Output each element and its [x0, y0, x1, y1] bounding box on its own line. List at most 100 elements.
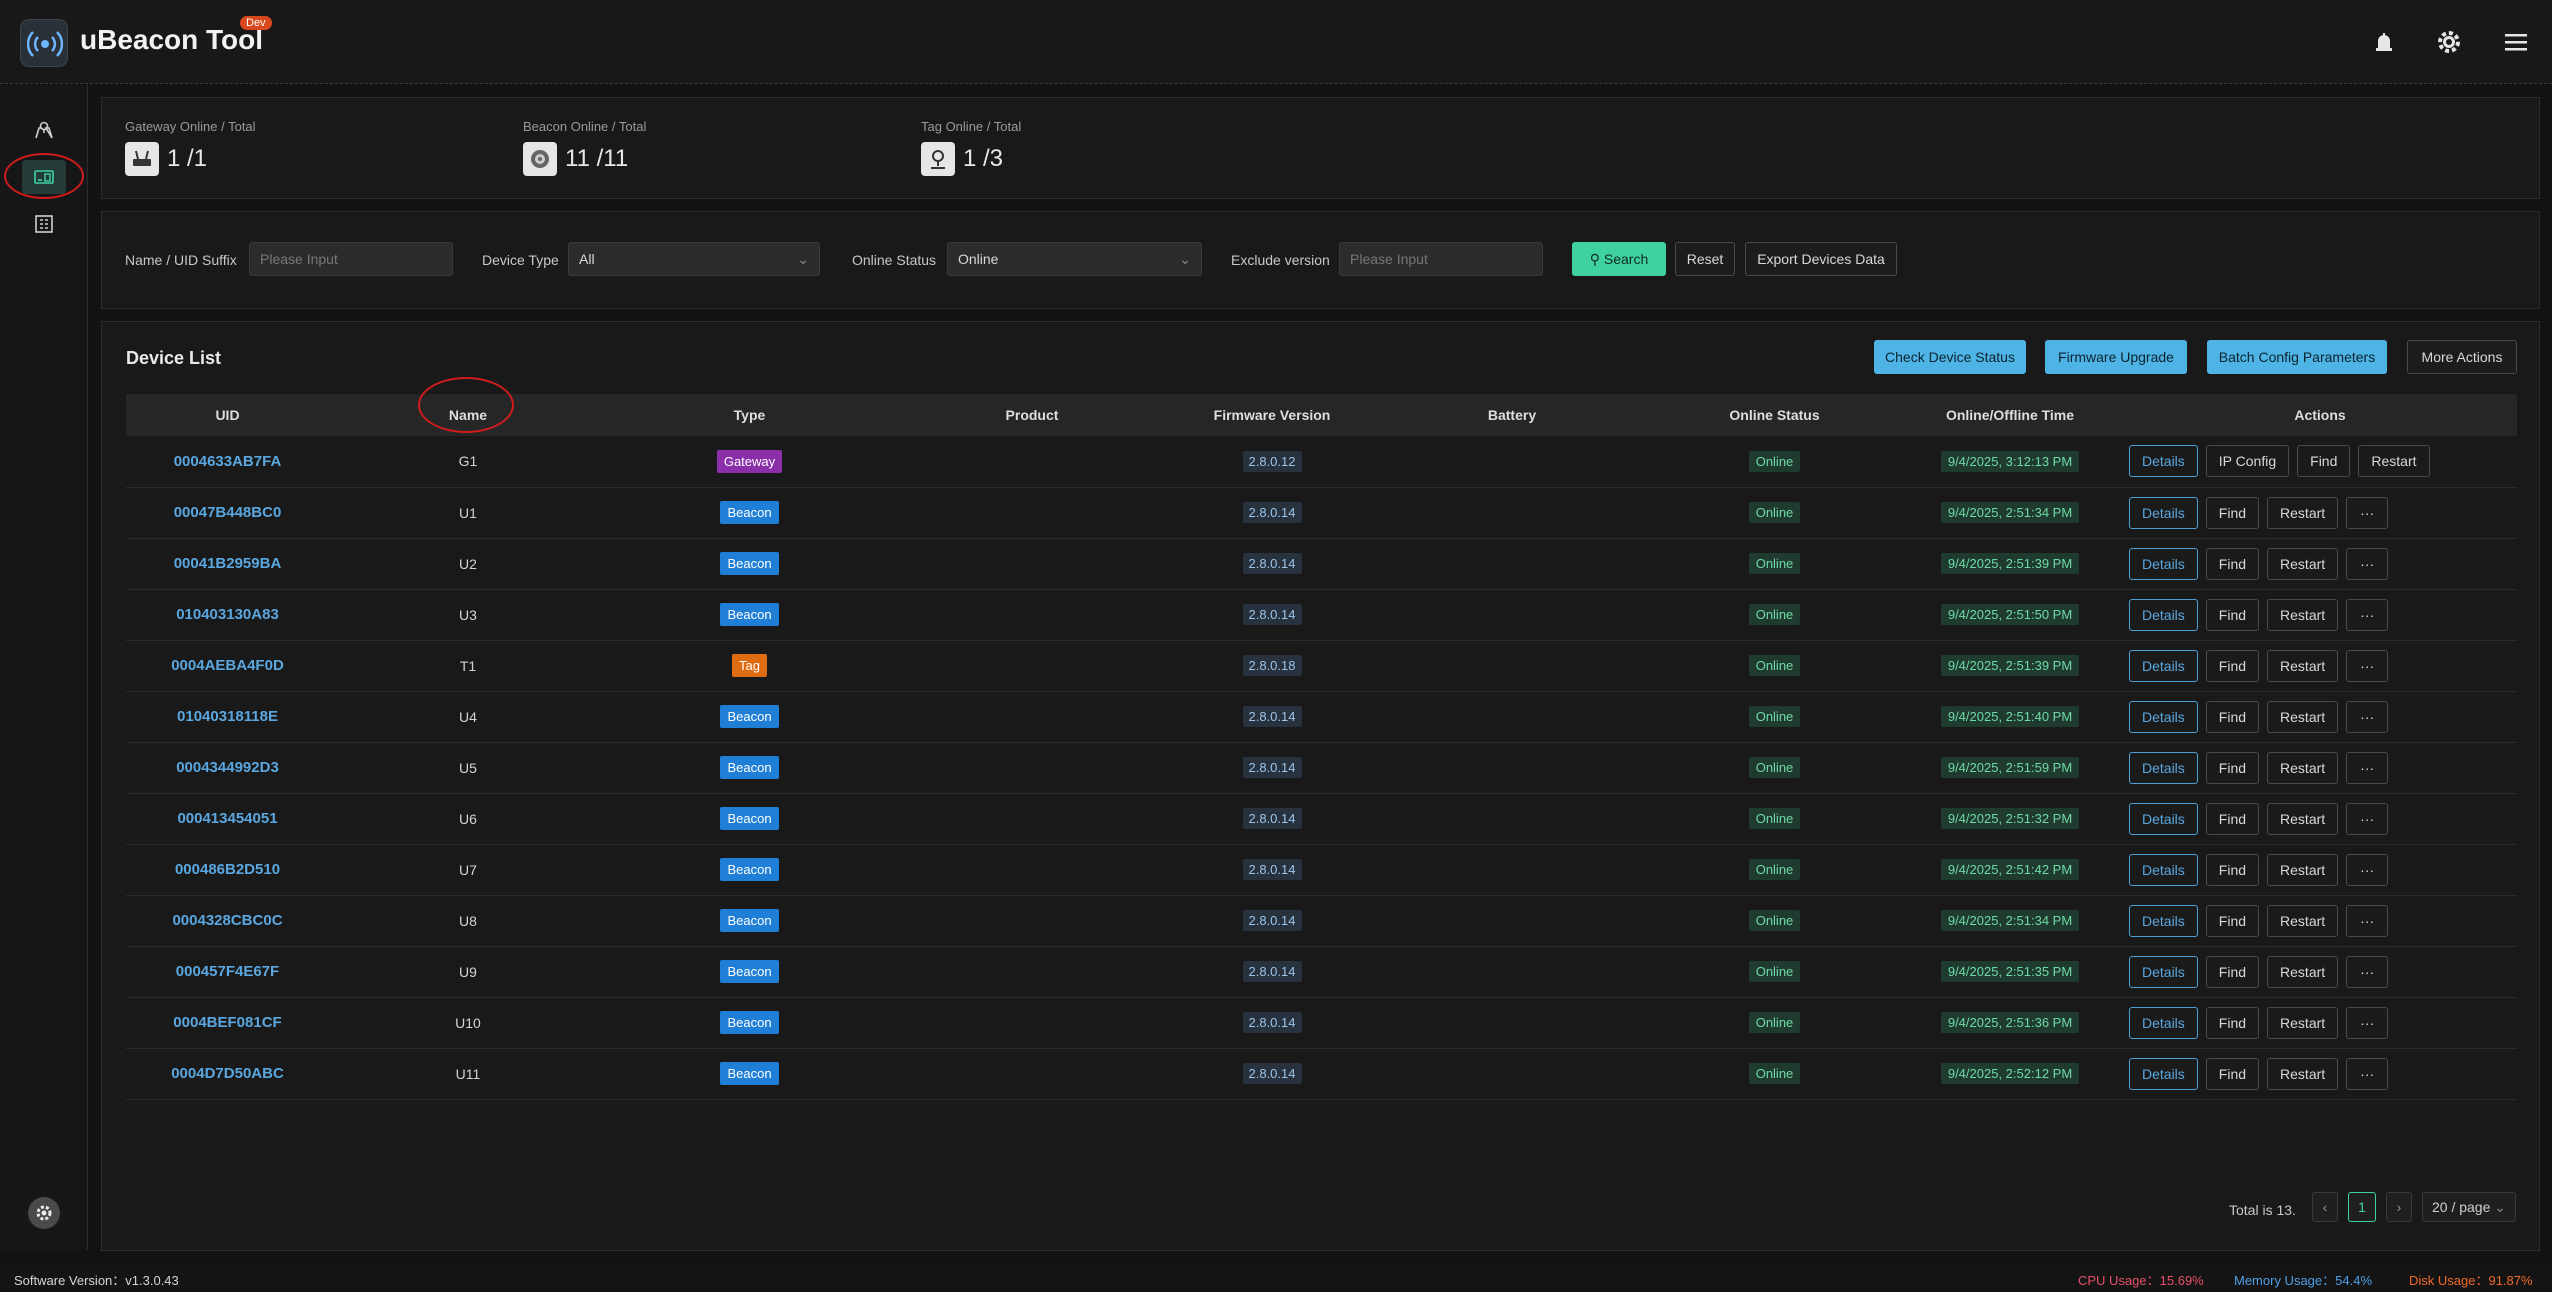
uid-link[interactable]: 01040318118E	[177, 708, 278, 725]
more-icon[interactable]: ···	[2346, 955, 2389, 988]
menu-icon[interactable]	[2502, 28, 2530, 56]
export-devices-button[interactable]: Export Devices Data	[1745, 242, 1897, 276]
col-product[interactable]: Product	[892, 394, 1172, 436]
uid-link[interactable]: 000413454051	[177, 810, 277, 827]
prev-page-button[interactable]: ‹	[2312, 1192, 2338, 1222]
more-icon[interactable]: ···	[2346, 802, 2389, 835]
details-button[interactable]: Details	[2129, 649, 2198, 682]
find-button[interactable]: Find	[2297, 445, 2351, 478]
find-button[interactable]: Find	[2205, 904, 2260, 937]
page-size-select[interactable]: 20 / page ⌄	[2422, 1192, 2516, 1222]
uid-link[interactable]: 000486B2D510	[175, 861, 280, 878]
find-button[interactable]: Find	[2205, 853, 2260, 886]
find-button[interactable]: Find	[2205, 598, 2260, 631]
find-button[interactable]: Find	[2205, 802, 2260, 835]
device-name: U3	[329, 589, 607, 641]
restart-button[interactable]: Restart	[2267, 751, 2339, 784]
restart-button[interactable]: Restart	[2267, 802, 2339, 835]
restart-button[interactable]: Restart	[2267, 853, 2339, 886]
details-button[interactable]: Details	[2129, 955, 2198, 988]
alarm-bell-icon[interactable]	[2370, 28, 2398, 56]
restart-button[interactable]: Restart	[2267, 1057, 2339, 1090]
name-uid-input[interactable]: Please Input	[249, 242, 453, 276]
restart-button[interactable]: Restart	[2358, 445, 2430, 478]
search-button[interactable]: ⚲ Search	[1572, 242, 1666, 276]
details-button[interactable]: Details	[2129, 1006, 2198, 1039]
uid-link[interactable]: 00047B448BC0	[174, 504, 282, 521]
details-button[interactable]: Details	[2129, 802, 2198, 835]
more-actions-button[interactable]: More Actions	[2407, 340, 2517, 374]
find-button[interactable]: Find	[2205, 955, 2260, 988]
col-online-status[interactable]: Online Status	[1652, 394, 1897, 436]
building-icon[interactable]	[22, 207, 66, 241]
find-button[interactable]: Find	[2205, 649, 2260, 682]
details-button[interactable]: Details	[2129, 700, 2198, 733]
product-cell	[892, 487, 1172, 539]
find-button[interactable]: Find	[2205, 1057, 2260, 1090]
restart-button[interactable]: Restart	[2267, 1006, 2339, 1039]
more-icon[interactable]: ···	[2346, 904, 2389, 937]
restart-button[interactable]: Restart	[2267, 496, 2339, 529]
restart-button[interactable]: Restart	[2267, 547, 2339, 580]
find-button[interactable]: Find	[2205, 751, 2260, 784]
details-button[interactable]: Details	[2129, 598, 2198, 631]
col-battery[interactable]: Battery	[1372, 394, 1652, 436]
next-page-button[interactable]: ›	[2386, 1192, 2412, 1222]
uid-link[interactable]: 0004D7D50ABC	[171, 1065, 284, 1082]
restart-button[interactable]: Restart	[2267, 904, 2339, 937]
exclude-version-input[interactable]: Please Input	[1339, 242, 1543, 276]
more-icon[interactable]: ···	[2346, 496, 2389, 529]
uid-link[interactable]: 010403130A83	[176, 606, 279, 623]
col-uid[interactable]: UID	[126, 394, 329, 436]
details-button[interactable]: Details	[2129, 547, 2198, 580]
settings-icon[interactable]	[28, 1197, 60, 1229]
uid-link[interactable]: 0004AEBA4F0D	[171, 657, 284, 674]
page-1-button[interactable]: 1	[2348, 1192, 2376, 1222]
find-button[interactable]: Find	[2205, 547, 2260, 580]
uid-link[interactable]: 000457F4E67F	[176, 963, 279, 980]
details-button[interactable]: Details	[2129, 904, 2198, 937]
more-icon[interactable]: ···	[2346, 751, 2389, 784]
uid-link[interactable]: 0004344992D3	[176, 759, 279, 776]
col-type[interactable]: Type	[607, 394, 892, 436]
online-status-select[interactable]: Online ⌄	[947, 242, 1202, 276]
actions-cell: Details Find Restart ···	[2123, 538, 2517, 590]
batch-config-button[interactable]: Batch Config Parameters	[2207, 340, 2387, 374]
more-icon[interactable]: ···	[2346, 649, 2389, 682]
more-icon[interactable]: ···	[2346, 1057, 2389, 1090]
uid-link[interactable]: 0004328CBC0C	[172, 912, 282, 929]
more-icon[interactable]: ···	[2346, 1006, 2389, 1039]
uid-link[interactable]: 00041B2959BA	[174, 555, 282, 572]
details-button[interactable]: Details	[2129, 853, 2198, 886]
device-type-select[interactable]: All ⌄	[568, 242, 820, 276]
more-icon[interactable]: ···	[2346, 700, 2389, 733]
restart-button[interactable]: Restart	[2267, 598, 2339, 631]
status-badge: Online	[1748, 655, 1801, 676]
find-button[interactable]: Find	[2205, 700, 2260, 733]
more-icon[interactable]: ···	[2346, 547, 2389, 580]
gear-icon[interactable]	[2435, 28, 2463, 56]
firmware-upgrade-button[interactable]: Firmware Upgrade	[2045, 340, 2187, 374]
ip-config-button[interactable]: IP Config	[2205, 445, 2290, 478]
details-button[interactable]: Details	[2129, 1057, 2198, 1090]
more-icon[interactable]: ···	[2346, 598, 2389, 631]
find-button[interactable]: Find	[2205, 496, 2260, 529]
check-device-status-button[interactable]: Check Device Status	[1874, 340, 2026, 374]
online-status-label: Online Status	[852, 252, 937, 268]
uid-link[interactable]: 0004BEF081CF	[173, 1014, 281, 1031]
status-badge: Online	[1748, 910, 1801, 931]
restart-button[interactable]: Restart	[2267, 700, 2339, 733]
details-button[interactable]: Details	[2129, 445, 2198, 478]
map-pin-icon[interactable]	[22, 113, 66, 147]
restart-button[interactable]: Restart	[2267, 649, 2339, 682]
uid-link[interactable]: 0004633AB7FA	[174, 453, 282, 470]
type-badge: Beacon	[720, 552, 779, 575]
find-button[interactable]: Find	[2205, 1006, 2260, 1039]
reset-button[interactable]: Reset	[1675, 242, 1735, 276]
details-button[interactable]: Details	[2129, 751, 2198, 784]
restart-button[interactable]: Restart	[2267, 955, 2339, 988]
more-icon[interactable]: ···	[2346, 853, 2389, 886]
col-time[interactable]: Online/Offline Time	[1897, 394, 2123, 436]
details-button[interactable]: Details	[2129, 496, 2198, 529]
col-firmware[interactable]: Firmware Version	[1172, 394, 1372, 436]
